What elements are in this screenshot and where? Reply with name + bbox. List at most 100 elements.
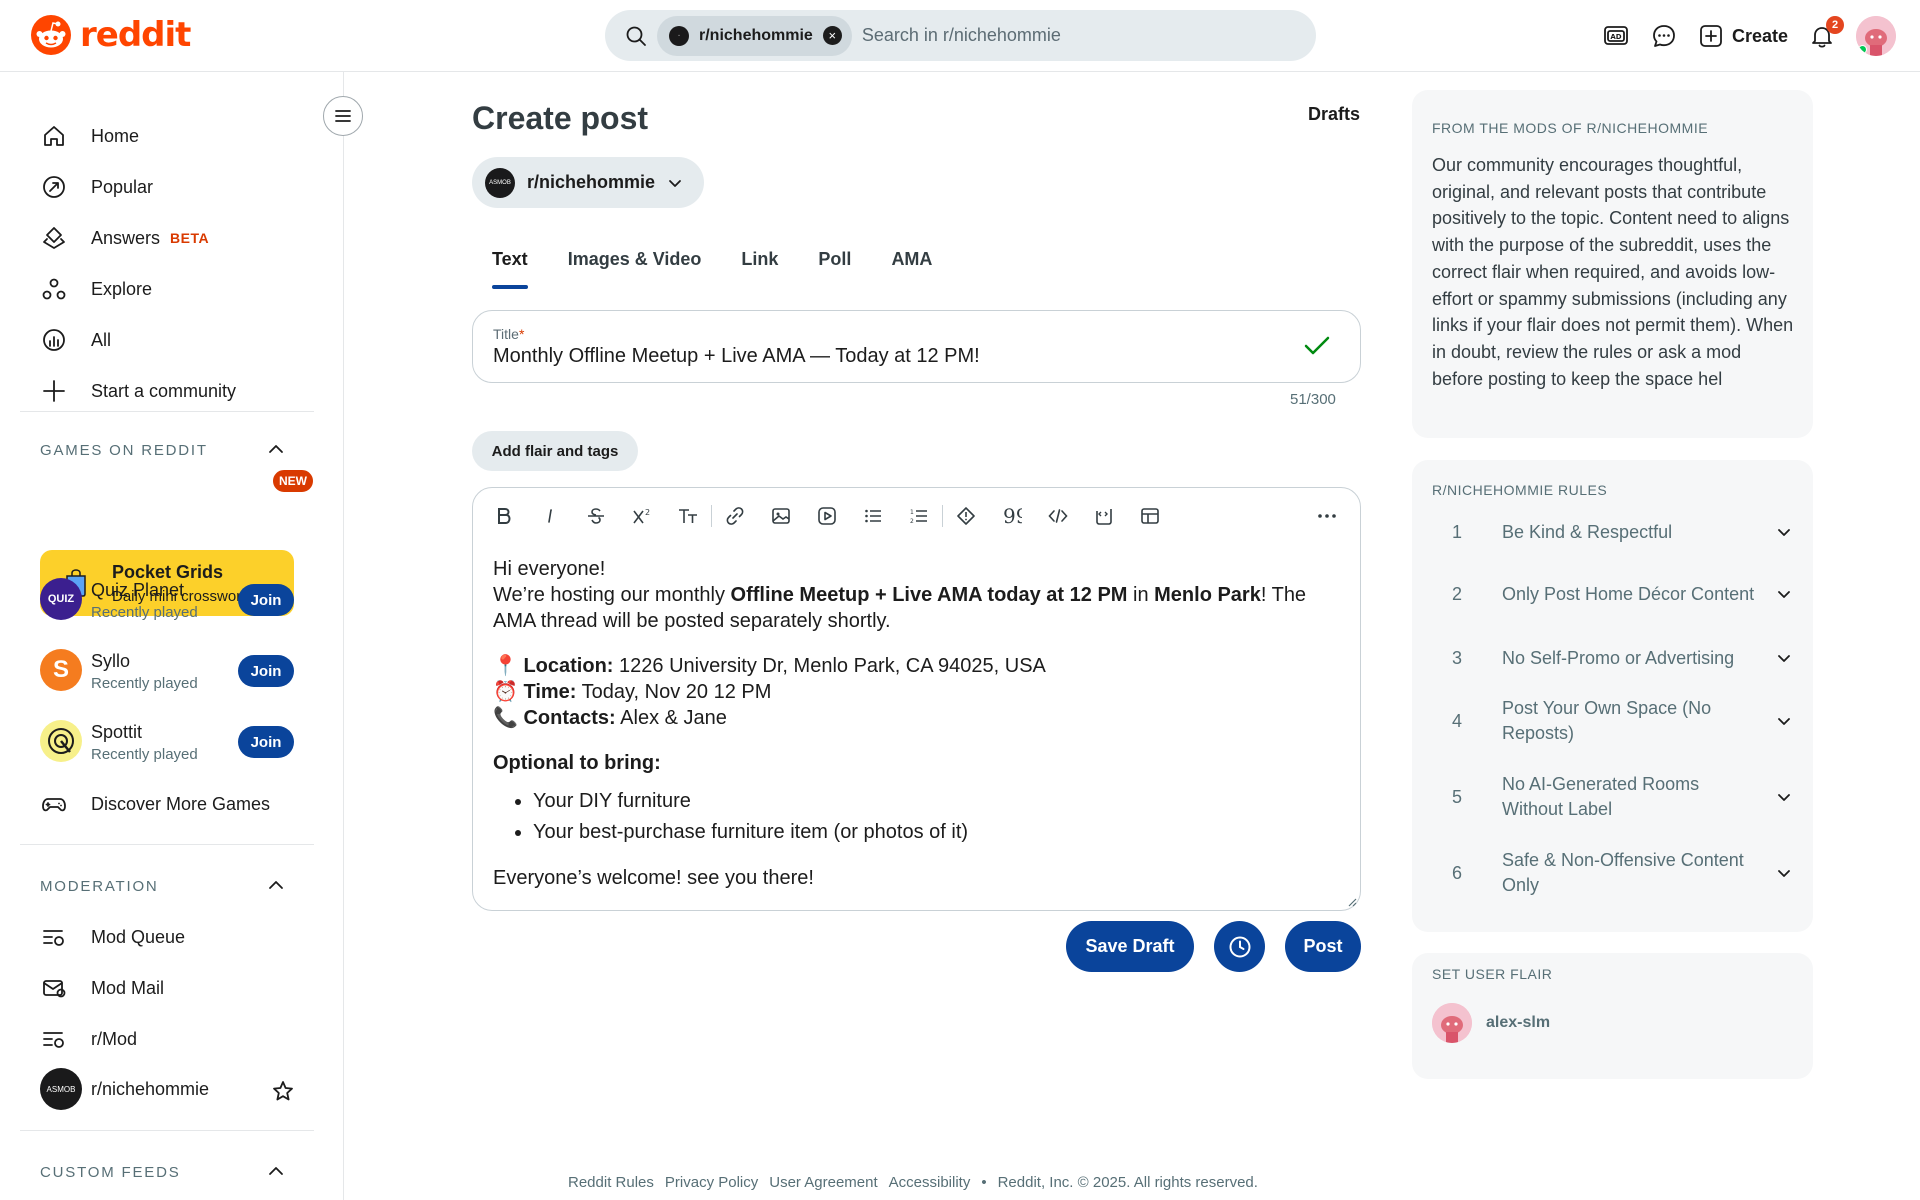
footer-link-user-agreement[interactable]: User Agreement — [769, 1174, 877, 1191]
sidebar-item-discover-games[interactable]: Discover More Games — [40, 784, 270, 824]
sidebar-item-mod-mail[interactable]: Mod Mail — [40, 968, 164, 1008]
link-button[interactable] — [712, 500, 758, 532]
sidebar-item-start-community[interactable]: Start a community — [40, 371, 236, 411]
superscript-button[interactable]: 2 — [619, 500, 665, 532]
sidebar-item-home[interactable]: Home — [40, 116, 139, 156]
spoiler-button[interactable] — [943, 500, 989, 532]
body-editor[interactable]: 2 12 99 Hi everyone! We’re hosting our m… — [472, 487, 1361, 911]
reddit-logo[interactable]: reddit — [30, 14, 191, 56]
notifications-button[interactable]: 2 — [1808, 16, 1844, 50]
schedule-post-button[interactable] — [1214, 921, 1265, 972]
tab-images-video[interactable]: Images & Video — [548, 243, 722, 289]
chevron-down-icon — [1778, 529, 1790, 536]
community-selector[interactable]: ASMOB r/nichehommie — [472, 157, 704, 208]
sidebar-item-label: Discover More Games — [91, 793, 271, 814]
save-draft-button[interactable]: Save Draft — [1066, 921, 1194, 972]
sidebar-item-answers[interactable]: Answers BETA — [40, 218, 209, 258]
post-button[interactable]: Post — [1285, 921, 1361, 972]
star-icon[interactable] — [272, 1080, 294, 1102]
ad-icon: AD — [1604, 26, 1628, 45]
clock-icon — [1229, 936, 1250, 957]
chat-button[interactable] — [1650, 22, 1678, 50]
numbered-list-icon: 12 — [910, 509, 927, 525]
footer-link-accessibility[interactable]: Accessibility — [889, 1174, 971, 1191]
chevron-down-icon — [669, 179, 681, 187]
mods-note-card: FROM THE MODS OF R/NICHEHOMMIE Our commu… — [1412, 90, 1813, 438]
sidebar-item-mod-queue[interactable]: Mod Queue — [40, 917, 185, 957]
join-button[interactable]: Join — [238, 584, 294, 616]
sidebar-item-label: Start a community — [91, 380, 237, 401]
all-icon — [43, 329, 65, 351]
clear-scope-icon[interactable]: × — [822, 26, 842, 45]
tab-link[interactable]: Link — [721, 243, 798, 289]
footer-link-privacy[interactable]: Privacy Policy — [665, 1174, 758, 1191]
game-row-syllo[interactable]: S Syllo Recently played Join — [40, 647, 294, 695]
rule-item[interactable]: 5 No AI-Generated Rooms Without Label — [1452, 769, 1792, 825]
bold-button[interactable] — [481, 500, 527, 532]
add-flair-button[interactable]: Add flair and tags — [472, 431, 638, 471]
image-button[interactable] — [758, 500, 804, 532]
game-row-spottit[interactable]: Spottit Recently played Join — [40, 718, 294, 766]
create-label: Create — [1731, 25, 1788, 46]
join-button[interactable]: Join — [238, 655, 294, 687]
sidebar-item-all[interactable]: All — [40, 320, 111, 360]
strikethrough-button[interactable] — [573, 500, 619, 532]
rule-text: No AI-Generated Rooms Without Label — [1502, 774, 1700, 819]
code-button[interactable] — [1035, 500, 1081, 532]
chevron-down-icon — [1778, 870, 1790, 877]
resize-handle-icon[interactable] — [1347, 897, 1357, 907]
footer-link-rules[interactable]: Reddit Rules — [568, 1174, 654, 1191]
user-flair-preview[interactable]: alex-slm — [1432, 1003, 1550, 1043]
title-field[interactable]: Title* Monthly Offline Meetup + Live AMA… — [472, 310, 1361, 383]
quote-button[interactable]: 99 — [989, 500, 1035, 532]
chevron-down-icon — [1778, 794, 1790, 801]
sidebar-item-label: r/Mod — [91, 1028, 138, 1049]
post-body-text[interactable]: Hi everyone! We’re hosting our monthly O… — [493, 556, 1340, 891]
table-button[interactable] — [1127, 500, 1173, 532]
tab-poll[interactable]: Poll — [798, 243, 871, 289]
sidebar-item-r-mod[interactable]: r/Mod — [40, 1019, 137, 1059]
rule-item[interactable]: 2 Only Post Home Décor Content — [1452, 566, 1792, 622]
bullet-list-button[interactable] — [850, 500, 896, 532]
create-button[interactable]: Create — [1698, 23, 1788, 49]
user-avatar[interactable] — [1856, 16, 1896, 56]
body-bring-list: Your DIY furniture Your best-purchase fu… — [533, 788, 1340, 845]
heading-button[interactable] — [665, 500, 711, 532]
left-sidebar: Home Popular Answers BETA Explore All St… — [0, 72, 344, 1200]
tab-text[interactable]: Text — [472, 243, 548, 289]
join-button[interactable]: Join — [238, 726, 294, 758]
superscript-icon: 2 — [633, 508, 650, 524]
search-bar[interactable]: ◦ r/nichehommie × Search in r/nichehommi… — [605, 10, 1316, 61]
code-block-button[interactable] — [1081, 500, 1127, 532]
pin-icon: 📍 — [493, 655, 518, 677]
link-icon — [726, 507, 744, 525]
italic-button[interactable] — [527, 500, 573, 532]
rules-title: R/NICHEHOMMIE RULES — [1432, 482, 1608, 498]
video-button[interactable] — [804, 500, 850, 532]
title-input[interactable]: Monthly Offline Meetup + Live AMA — Toda… — [493, 345, 980, 368]
sidebar-item-explore[interactable]: Explore — [40, 269, 152, 309]
chevron-up-icon[interactable] — [268, 877, 284, 893]
sidebar-item-popular[interactable]: Popular — [40, 167, 153, 207]
spoiler-icon — [957, 507, 975, 525]
rule-item[interactable]: 1 Be Kind & Respectful — [1452, 514, 1792, 550]
search-input[interactable]: Search in r/nichehommie — [862, 25, 1061, 46]
numbered-list-button[interactable]: 12 — [896, 500, 942, 532]
more-options-button[interactable] — [1304, 500, 1350, 532]
tab-ama[interactable]: AMA — [871, 243, 952, 289]
search-scope-chip[interactable]: ◦ r/nichehommie × — [657, 15, 852, 56]
rule-item[interactable]: 3 No Self-Promo or Advertising — [1452, 640, 1792, 676]
sidebar-collapse-button[interactable] — [323, 96, 363, 136]
sidebar-item-nichehommie[interactable]: ASMOB r/nichehommie — [40, 1068, 294, 1110]
svg-text:2: 2 — [645, 508, 650, 517]
advertise-button[interactable]: AD — [1602, 23, 1630, 49]
footer-copyright: Reddit, Inc. © 2025. All rights reserved… — [997, 1174, 1258, 1191]
chevron-up-icon[interactable] — [268, 441, 284, 457]
code-icon — [1048, 509, 1068, 523]
drafts-link[interactable]: Drafts — [1308, 104, 1360, 125]
rule-item[interactable]: 4 Post Your Own Space (No Reposts) — [1452, 693, 1792, 749]
rule-item[interactable]: 6 Safe & Non-Offensive Content Only — [1452, 845, 1792, 901]
chevron-up-icon[interactable] — [268, 1163, 284, 1179]
strikethrough-icon — [588, 508, 604, 524]
game-row-quiz-planet[interactable]: QUIZ Quiz Planet Recently played Join — [40, 576, 294, 624]
